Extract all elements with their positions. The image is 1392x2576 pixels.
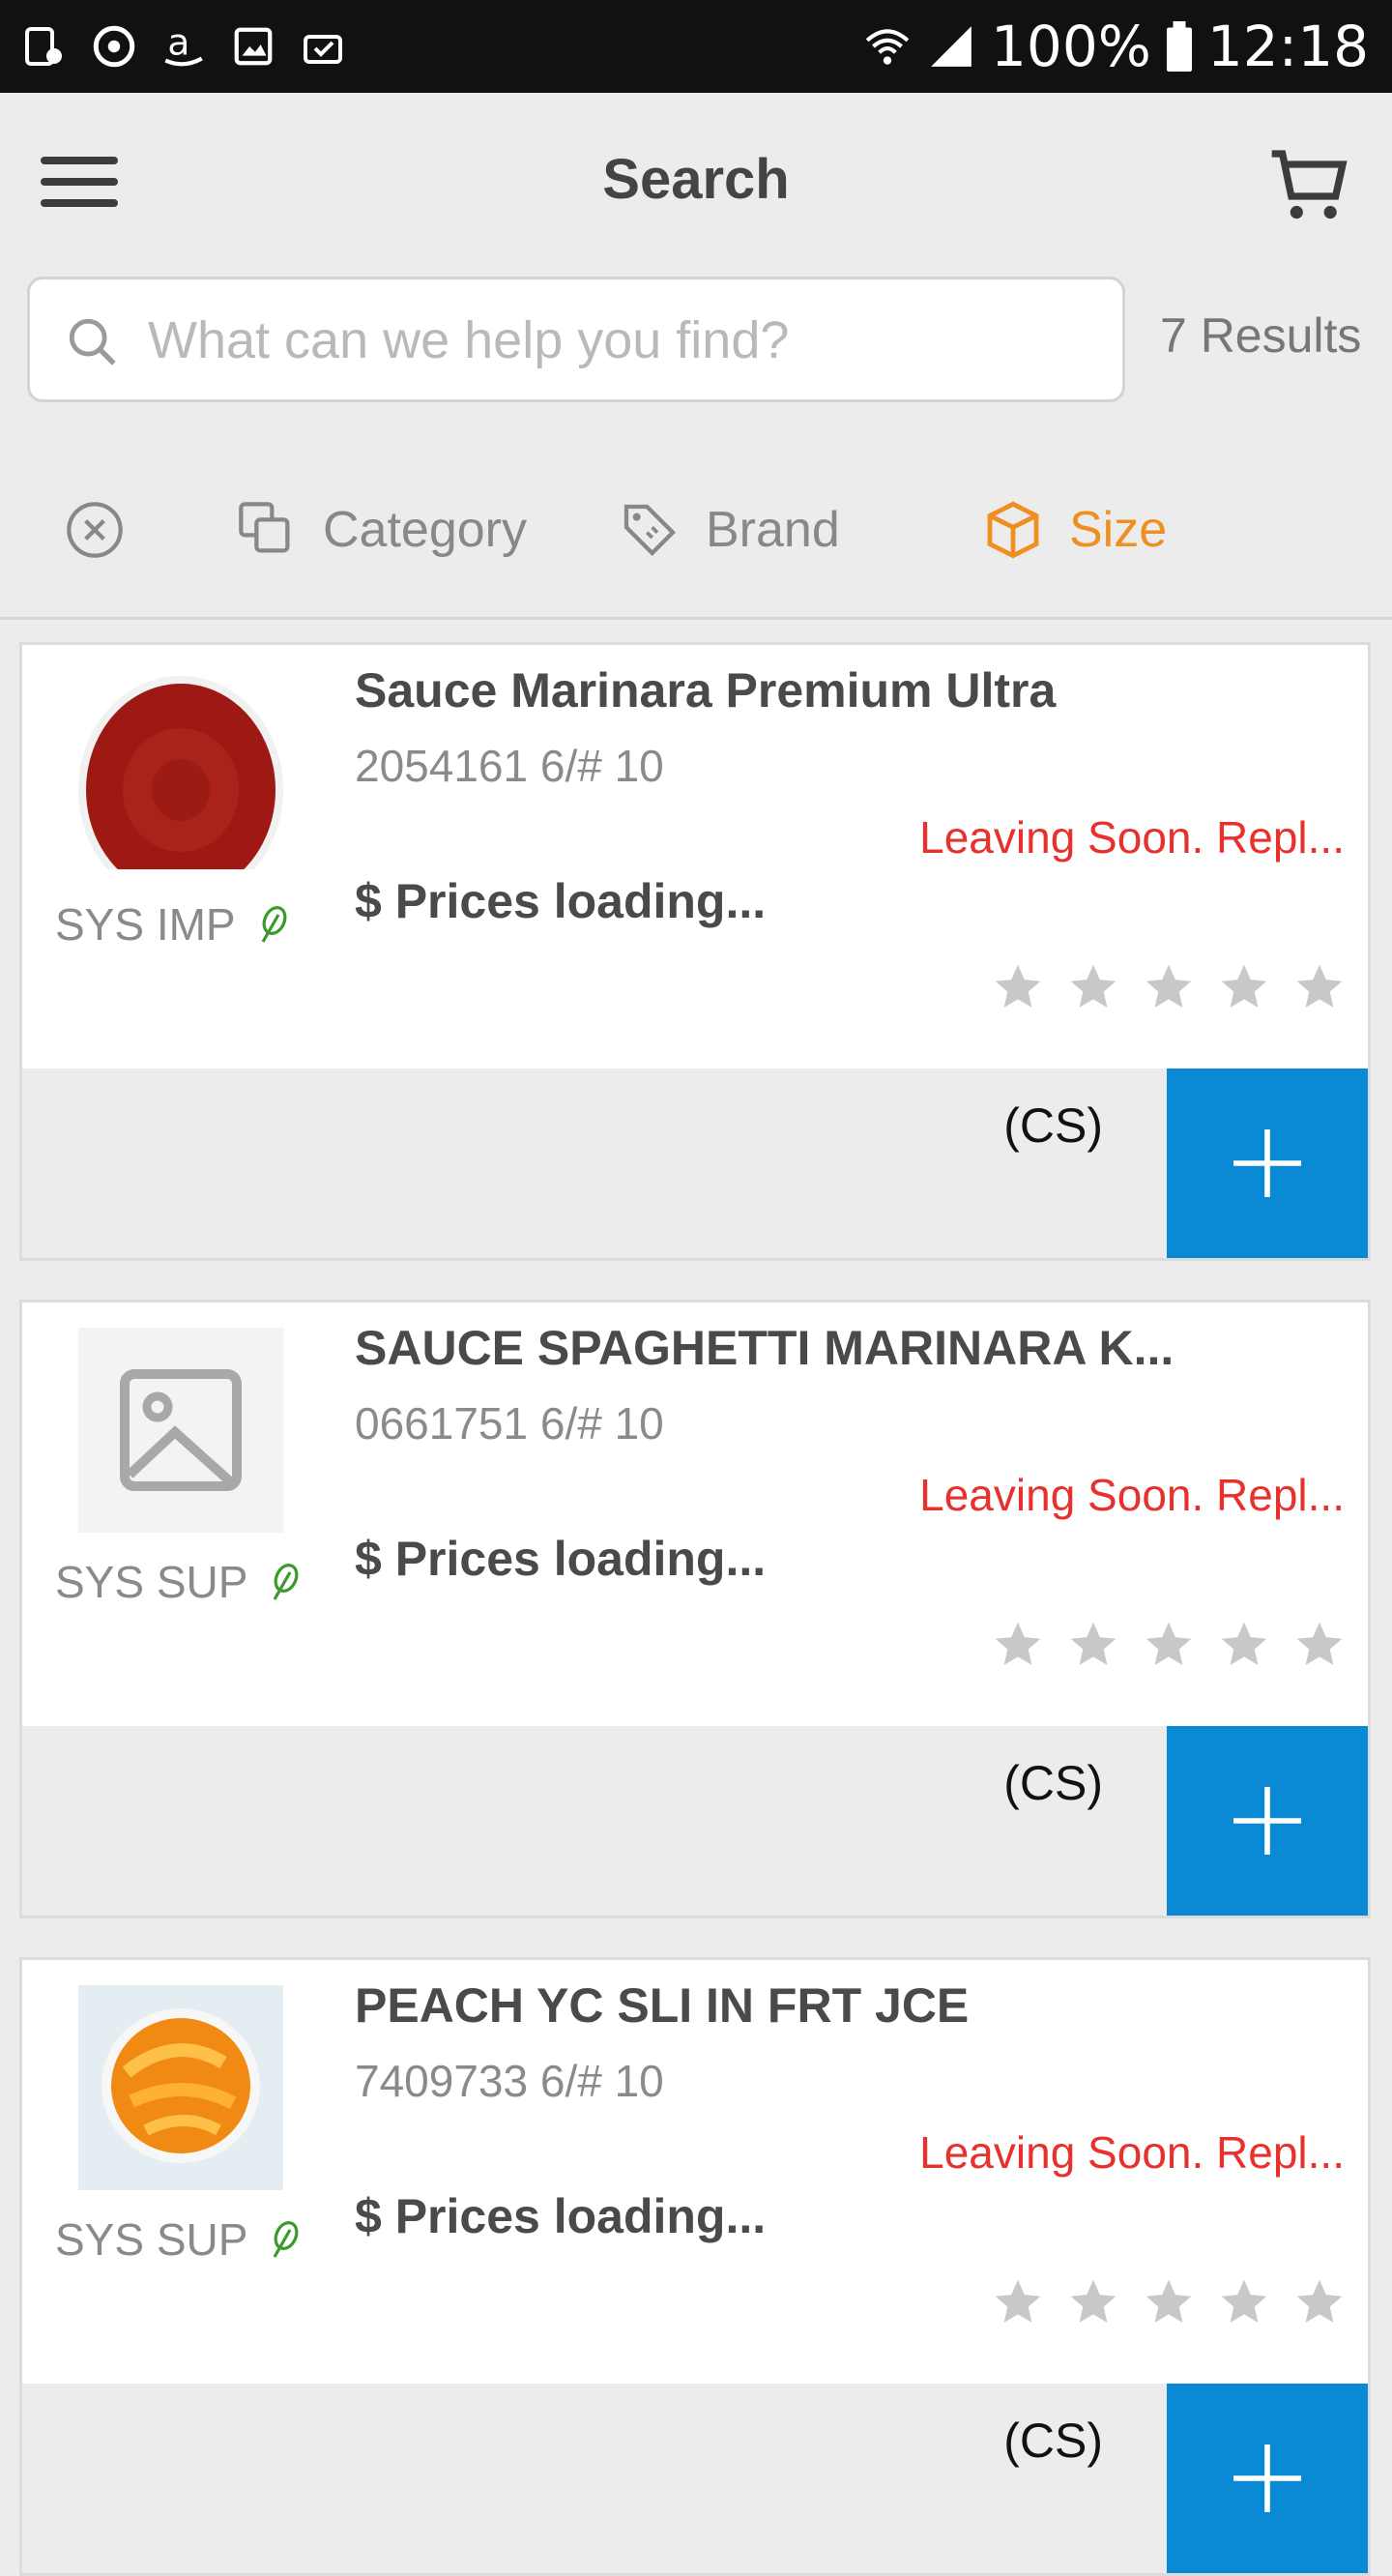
- supplier-label: SYS SUP: [55, 2214, 248, 2265]
- leaf-icon: [261, 906, 287, 943]
- product-image-peach: [78, 1985, 283, 2190]
- star-icon: [995, 1622, 1041, 1665]
- unit-label: (CS): [1003, 2414, 1103, 2468]
- unit-label: (CS): [1003, 1756, 1103, 1810]
- filter-category-label: Category: [323, 502, 527, 558]
- price: $ Prices loading...: [355, 1532, 767, 1586]
- product-card[interactable]: SYS SUP PEACH YC SLI IN FRT JCE 7409733 …: [19, 1957, 1371, 2576]
- supplier: SYS SUP: [55, 1556, 300, 1608]
- tablet-icon: [19, 21, 70, 72]
- app-bar: Search: [0, 93, 1392, 267]
- star-icon: [1070, 964, 1116, 1008]
- filter-brand-label: Brand: [706, 502, 840, 558]
- filter-category[interactable]: Category: [236, 482, 527, 578]
- plus-icon: [1233, 2444, 1301, 2512]
- star-icon: [1221, 2279, 1267, 2323]
- image-icon: [228, 21, 278, 72]
- add-to-cart-button[interactable]: [1167, 2384, 1368, 2573]
- supplier-label: SYS IMP: [55, 899, 236, 950]
- star-icon: [1070, 1622, 1116, 1665]
- star-icon: [1296, 2279, 1343, 2323]
- add-to-cart-button[interactable]: [1167, 1726, 1368, 1916]
- filter-brand[interactable]: Brand: [619, 482, 840, 578]
- category-icon: [239, 502, 290, 553]
- sync-icon: [89, 21, 139, 72]
- card-footer: (CS): [22, 1068, 1368, 1258]
- star-icon: [1146, 2279, 1192, 2323]
- product-number: 0661751 6/# 10: [355, 1398, 664, 1449]
- price: $ Prices loading...: [355, 874, 767, 928]
- unit-label: (CS): [1003, 1098, 1103, 1153]
- product-name[interactable]: SAUCE SPAGHETTI MARINARA K...: [355, 1320, 1321, 1376]
- card-footer: (CS): [22, 1726, 1368, 1916]
- filter-size-label: Size: [1069, 502, 1168, 558]
- star-icon: [995, 964, 1041, 1008]
- rating-stars: [991, 960, 1347, 1014]
- page-title: Search: [602, 148, 790, 211]
- status-badge[interactable]: Leaving Soon. Repl...: [919, 811, 1345, 864]
- status-right: 100% 12:18: [863, 0, 1369, 93]
- rating-stars: [991, 2275, 1347, 2329]
- tag-icon: [624, 504, 677, 557]
- wifi-icon: [865, 29, 910, 65]
- search-box: [27, 277, 1125, 402]
- rating-stars: [991, 1618, 1347, 1672]
- status-badge[interactable]: Leaving Soon. Repl...: [919, 1469, 1345, 1521]
- add-to-cart-button[interactable]: [1167, 1068, 1368, 1258]
- product-number: 7409733 6/# 10: [355, 2056, 664, 2106]
- leaf-icon: [274, 1564, 299, 1600]
- filter-size[interactable]: Size: [982, 482, 1167, 578]
- leaf-icon: [274, 2221, 299, 2258]
- star-icon: [1146, 964, 1192, 1008]
- star-icon: [1296, 1622, 1343, 1665]
- star-icon: [1221, 964, 1267, 1008]
- plus-icon: [1233, 1129, 1301, 1197]
- briefcase-check-icon: [298, 21, 348, 72]
- battery-icon: [1166, 21, 1192, 72]
- star-icon: [1221, 1622, 1267, 1665]
- clock: 12:18: [1206, 14, 1369, 79]
- battery-percent: 100%: [991, 14, 1151, 79]
- amazon-icon: a: [159, 21, 209, 72]
- product-name[interactable]: PEACH YC SLI IN FRT JCE: [355, 1977, 1321, 2034]
- divider: [0, 617, 1392, 620]
- results-count: 7 Results: [1160, 308, 1362, 363]
- signal-icon: [931, 26, 972, 67]
- supplier-label: SYS SUP: [55, 1557, 248, 1607]
- status-bar: a 100% 12:18: [0, 0, 1392, 93]
- product-image-marinara: [78, 670, 283, 875]
- price: $ Prices loading...: [355, 2189, 767, 2243]
- product-image-placeholder: [78, 1328, 283, 1533]
- star-icon: [1296, 964, 1343, 1008]
- star-icon: [1070, 2279, 1116, 2323]
- svg-text:a: a: [167, 22, 189, 63]
- product-card[interactable]: SYS SUP SAUCE SPAGHETTI MARINARA K... 06…: [19, 1300, 1371, 1918]
- supplier: SYS IMP: [55, 898, 288, 951]
- plus-icon: [1233, 1787, 1301, 1855]
- search-input[interactable]: [146, 279, 1097, 401]
- product-card[interactable]: SYS IMP Sauce Marinara Premium Ultra 205…: [19, 642, 1371, 1261]
- status-badge[interactable]: Leaving Soon. Repl...: [919, 2126, 1345, 2179]
- notification-icons: a: [19, 17, 348, 75]
- product-number: 2054161 6/# 10: [355, 741, 664, 791]
- clear-filter-icon: [67, 502, 123, 558]
- clear-filter-button[interactable]: [64, 482, 126, 578]
- star-icon: [995, 2279, 1041, 2323]
- search-icon: [65, 314, 121, 370]
- box-icon: [987, 501, 1039, 559]
- cart-icon[interactable]: [1268, 143, 1353, 228]
- star-icon: [1146, 1622, 1192, 1665]
- filter-bar: Category Brand Size: [0, 454, 1392, 619]
- supplier: SYS SUP: [55, 2213, 300, 2266]
- card-footer: (CS): [22, 2384, 1368, 2573]
- product-name[interactable]: Sauce Marinara Premium Ultra: [355, 662, 1321, 718]
